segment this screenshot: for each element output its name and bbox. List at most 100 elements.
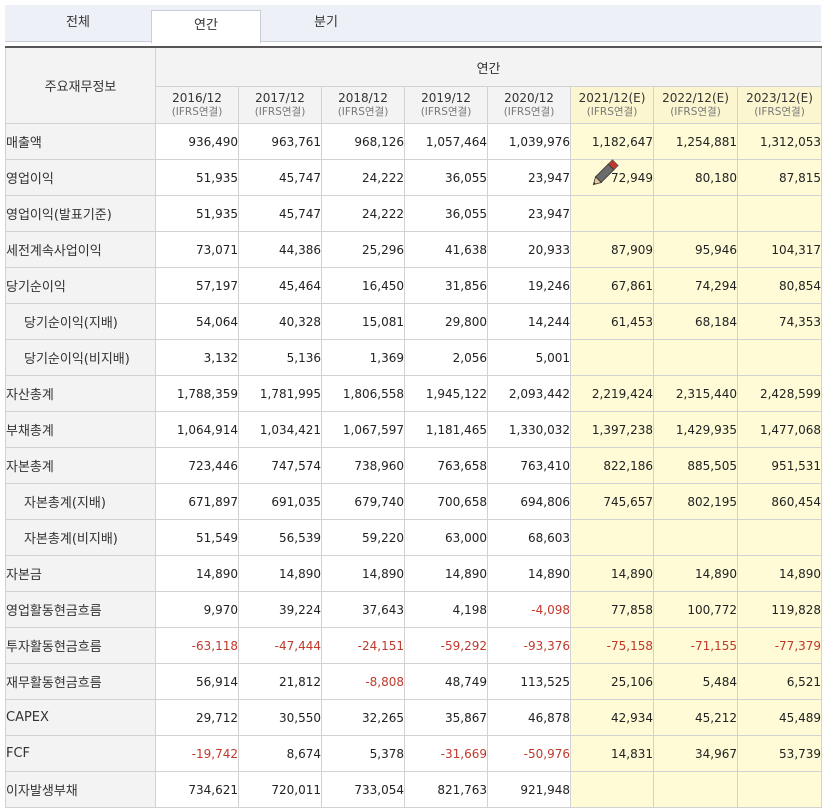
value-cell: 46,878	[487, 699, 571, 736]
pencil-icon	[592, 159, 619, 186]
column-period: 2020/12	[504, 91, 554, 105]
annual-group-header: 연간	[154, 46, 823, 87]
value-cell: 14,890	[653, 555, 738, 592]
value-cell: 16,450	[321, 267, 405, 304]
table-row: 영업이익(발표기준) 51,935 45,747 24,222 36,055 23,947	[5, 195, 823, 232]
tab-quarterly[interactable]: 분기	[261, 5, 391, 41]
value-cell: 14,244	[487, 303, 571, 340]
column-basis: (IFRS연결)	[171, 106, 223, 118]
financial-summary-table: 주요재무정보 연간 2016/12 (IFRS연결) 2017/12 (IFRS연결)…	[5, 46, 823, 808]
value-cell: 1,788,359	[155, 375, 239, 412]
value-cell	[736, 339, 823, 376]
table-row: 재무활동현금흐름 56,914 21,812 -8,808 48,749 113,525 2…	[5, 663, 823, 700]
row-label[interactable]: 재무활동현금흐름	[5, 663, 156, 700]
value-cell: 104,317	[736, 231, 823, 268]
value-cell: -31,669	[404, 735, 488, 772]
value-cell: 34,967	[653, 735, 738, 772]
row-label[interactable]: 세전계속사업이익	[5, 231, 156, 268]
table-row: 이자발생부채 734,621 720,011 733,054 821,763 921,94…	[5, 771, 823, 808]
value-cell: 963,761	[238, 123, 322, 160]
value-cell: 80,854	[736, 267, 823, 304]
value-cell: 14,831	[570, 735, 654, 772]
value-cell: 1,369	[321, 339, 405, 376]
value-cell	[570, 339, 654, 376]
row-label[interactable]: 매출액	[5, 123, 156, 160]
value-cell: -63,118	[155, 627, 239, 664]
value-cell: 968,126	[321, 123, 405, 160]
value-cell: 56,539	[238, 519, 322, 556]
value-cell: 21,812	[238, 663, 322, 700]
value-cell: 31,856	[404, 267, 488, 304]
table-row: 자산총계 1,788,359 1,781,995 1,806,558 1,945,122…	[5, 375, 823, 412]
value-cell: 24,222	[321, 195, 405, 232]
value-cell: 29,712	[155, 699, 239, 736]
value-cell: 733,054	[321, 771, 405, 808]
value-cell: 45,212	[653, 699, 738, 736]
value-cell	[570, 195, 654, 232]
table-row: 부채총계 1,064,914 1,034,421 1,067,597 1,181,465…	[5, 411, 823, 448]
value-cell: 59,220	[321, 519, 405, 556]
value-cell: 1,330,032	[487, 411, 571, 448]
column-period: 2017/12	[255, 91, 305, 105]
table-row: FCF -19,742 8,674 5,378 -31,669 -50,976 14,831…	[5, 735, 823, 772]
column-period: 2018/12	[338, 91, 388, 105]
column-header: 2019/12 (IFRS연결)	[404, 86, 488, 124]
column-header: 2018/12 (IFRS연결)	[321, 86, 405, 124]
value-cell: 45,747	[238, 195, 322, 232]
value-cell: 36,055	[404, 195, 488, 232]
value-cell: 30,550	[238, 699, 322, 736]
row-label[interactable]: 당기순이익	[5, 267, 156, 304]
value-cell: 1,039,976	[487, 123, 571, 160]
column-basis: (IFRS연결)	[420, 106, 472, 118]
row-label[interactable]: 부채총계	[5, 411, 156, 448]
row-label[interactable]: 당기순이익(비지배)	[5, 339, 156, 376]
row-label[interactable]: 자산총계	[5, 375, 156, 412]
value-cell: 23,947	[487, 195, 571, 232]
row-label[interactable]: 당기순이익(지배)	[5, 303, 156, 340]
value-cell: 54,064	[155, 303, 239, 340]
value-cell: 51,935	[155, 159, 239, 196]
row-label[interactable]: 이자발생부채	[5, 771, 156, 808]
row-label[interactable]: FCF	[5, 735, 156, 772]
row-label[interactable]: CAPEX	[5, 699, 156, 736]
value-cell: 100,772	[653, 591, 738, 628]
value-cell: 763,658	[404, 447, 488, 484]
value-cell: 5,136	[238, 339, 322, 376]
value-cell: 61,453	[570, 303, 654, 340]
value-cell: 87,909	[570, 231, 654, 268]
value-cell: 700,658	[404, 483, 488, 520]
value-cell: 68,184	[653, 303, 738, 340]
tab-annual[interactable]: 연간	[151, 10, 261, 44]
value-cell: 63,000	[404, 519, 488, 556]
row-label[interactable]: 투자활동현금흐름	[5, 627, 156, 664]
value-cell: 45,464	[238, 267, 322, 304]
column-header: 2016/12 (IFRS연결)	[155, 86, 239, 124]
value-cell: 3,132	[155, 339, 239, 376]
row-label[interactable]: 영업이익	[5, 159, 156, 196]
value-cell: 36,055	[404, 159, 488, 196]
value-cell: 1,064,914	[155, 411, 239, 448]
value-cell: 119,828	[736, 591, 823, 628]
value-cell: 68,603	[487, 519, 571, 556]
row-label[interactable]: 자본금	[5, 555, 156, 592]
value-cell: 1,429,935	[653, 411, 738, 448]
row-label[interactable]: 영업이익(발표기준)	[5, 195, 156, 232]
row-label[interactable]: 자본총계	[5, 447, 156, 484]
column-basis: (IFRS연결)	[670, 106, 721, 118]
value-cell: 951,531	[736, 447, 823, 484]
value-cell: 14,890	[487, 555, 571, 592]
row-label[interactable]: 자본총계(비지배)	[5, 519, 156, 556]
value-cell: 42,934	[570, 699, 654, 736]
value-cell: 14,890	[736, 555, 823, 592]
row-label[interactable]: 영업활동현금흐름	[5, 591, 156, 628]
value-cell: 720,011	[238, 771, 322, 808]
column-period: 2021/12(E)	[578, 91, 646, 105]
tab-all[interactable]: 전체	[5, 5, 151, 41]
value-cell	[736, 519, 823, 556]
value-cell: 74,294	[653, 267, 738, 304]
row-label[interactable]: 자본총계(지배)	[5, 483, 156, 520]
value-cell: 1,477,068	[736, 411, 823, 448]
value-cell: 77,858	[570, 591, 654, 628]
value-cell: 113,525	[487, 663, 571, 700]
value-cell: 14,890	[321, 555, 405, 592]
